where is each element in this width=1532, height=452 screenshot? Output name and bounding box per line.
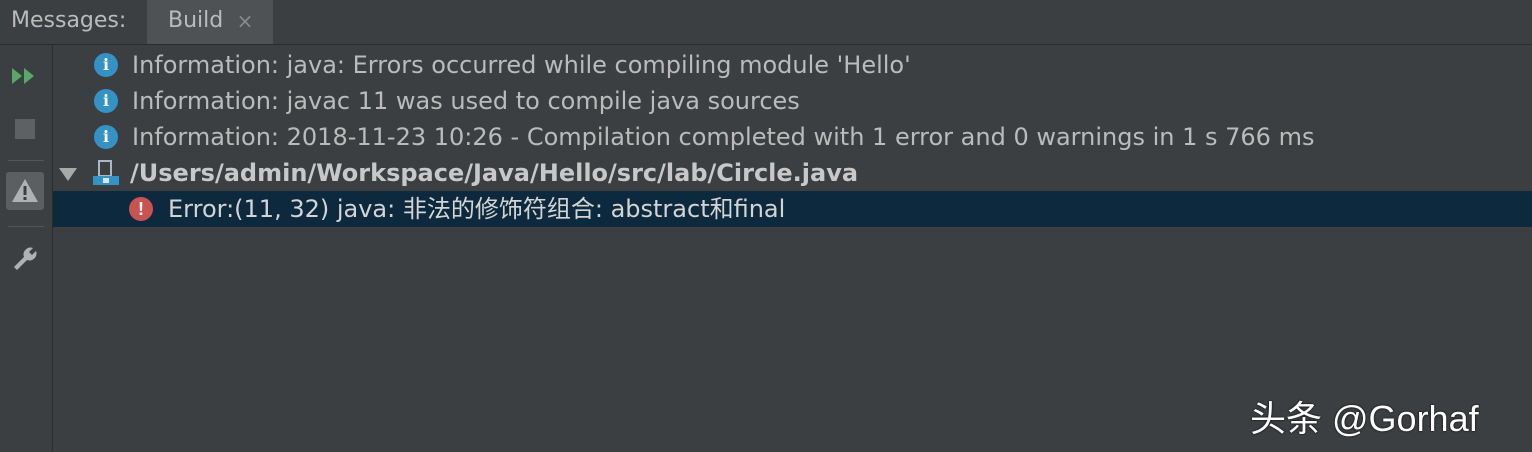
list-item[interactable]: i Information: 2018-11-23 10:26 - Compil…	[53, 119, 1532, 155]
tool-window-header: Messages: Build ×	[0, 0, 1532, 45]
info-icon: i	[94, 125, 118, 149]
expand-arrow-icon[interactable]	[59, 168, 77, 181]
stop-icon	[15, 119, 35, 139]
message-text: Information: 2018-11-23 10:26 - Compilat…	[132, 123, 1315, 151]
stop-button[interactable]	[6, 110, 44, 148]
rerun-icon	[12, 68, 34, 84]
file-path: /Users/admin/Workspace/Java/Hello/src/la…	[130, 159, 859, 187]
list-item[interactable]: ! Error:(11, 32) java: 非法的修饰符组合: abstrac…	[53, 191, 1532, 227]
error-message: Error:(11, 32) java: 非法的修饰符组合: abstract和…	[168, 195, 786, 223]
info-icon: i	[94, 89, 118, 113]
message-text: Information: java: Errors occurred while…	[132, 51, 911, 79]
error-icon: !	[129, 197, 153, 221]
warning-filter-button[interactable]	[6, 172, 44, 210]
tab-build[interactable]: Build ×	[147, 0, 273, 44]
rerun-button[interactable]	[6, 57, 44, 95]
file-node[interactable]: /Users/admin/Workspace/Java/Hello/src/la…	[53, 155, 1532, 191]
toolbar-separator	[8, 226, 44, 227]
tab-build-label: Build	[168, 8, 224, 33]
warning-icon	[12, 179, 38, 202]
messages-toolbar	[0, 45, 53, 452]
list-item[interactable]: i Information: javac 11 was used to comp…	[53, 83, 1532, 119]
settings-button[interactable]	[6, 241, 44, 279]
list-item[interactable]: i Information: java: Errors occurred whi…	[53, 47, 1532, 83]
watermark: 头条 @Gorhaf	[1250, 398, 1479, 439]
info-icon: i	[94, 53, 118, 77]
messages-label: Messages:	[11, 8, 127, 33]
close-icon[interactable]: ×	[236, 11, 254, 31]
toolbar-separator	[8, 160, 44, 161]
java-file-icon	[93, 160, 119, 185]
wrench-icon	[14, 247, 37, 270]
message-text: Information: javac 11 was used to compil…	[132, 87, 800, 115]
